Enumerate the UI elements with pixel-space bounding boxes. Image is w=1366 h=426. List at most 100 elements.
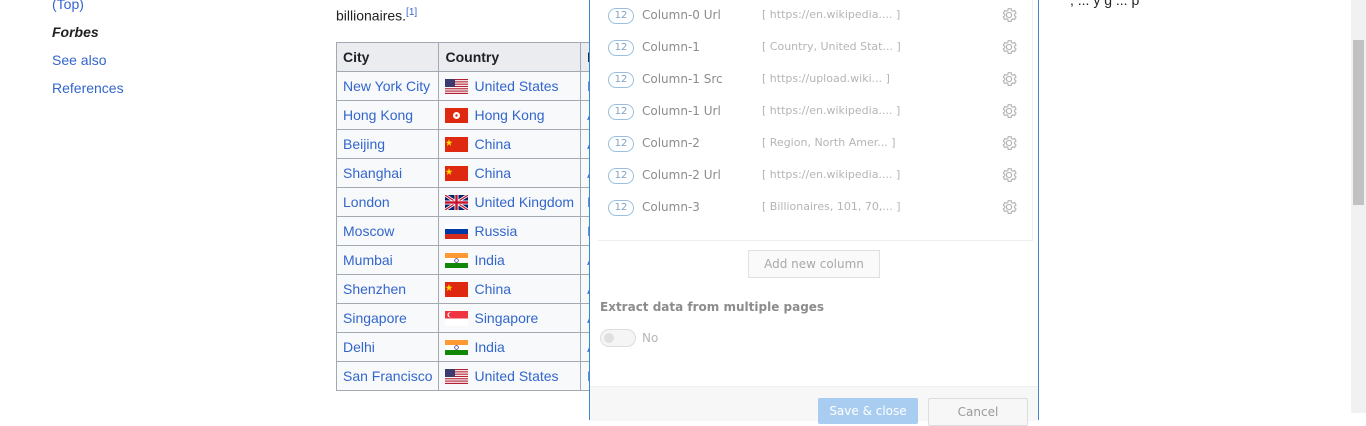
country-cell[interactable]: United Kingdom [438, 187, 582, 217]
gear-icon[interactable] [1000, 38, 1018, 56]
gear-icon[interactable] [1000, 166, 1018, 184]
toggle-state-label: No [642, 331, 659, 345]
gear-icon[interactable] [1000, 6, 1018, 24]
column-name[interactable]: Column-3 [642, 200, 700, 214]
country-cell[interactable]: Hong Kong [438, 100, 582, 130]
column-row[interactable]: 12 Column-3 [ Billionaires, 101, 70,... ] [608, 192, 1028, 224]
country-cell[interactable]: India [438, 245, 582, 275]
country-link[interactable]: China [474, 165, 511, 181]
country-link[interactable]: United States [474, 78, 558, 94]
country-link[interactable]: India [474, 339, 504, 355]
toc-item-forbes[interactable]: Forbes [52, 18, 124, 46]
toc-item-top[interactable]: (Top) [52, 0, 124, 18]
column-row[interactable]: 12 Column-2 Url [ https://en.wikipedia....… [608, 160, 1028, 192]
column-sample-values: [ Region, North Amer... ] [762, 136, 896, 149]
toggle-knob [604, 333, 614, 343]
country-link[interactable]: United States [474, 368, 558, 384]
column-name[interactable]: Column-1 Url [642, 104, 721, 118]
column-count-badge: 12 [608, 72, 634, 88]
column-name[interactable]: Column-1 [642, 40, 700, 54]
table-row: MumbaiIndiaA [335, 245, 607, 275]
city-cell[interactable]: Shenzhen [335, 274, 440, 304]
article-text-fragment: , ... y g ... p [1070, 0, 1140, 8]
table-row: DelhiIndiaA [335, 332, 607, 362]
gear-icon[interactable] [1000, 134, 1018, 152]
toc-item-references[interactable]: References [52, 74, 124, 102]
column-name[interactable]: Column-1 Src [642, 72, 723, 86]
column-sample-values: [ https://en.wikipedia.... ] [762, 8, 901, 21]
country-cell[interactable]: China [438, 274, 582, 304]
country-cell[interactable]: United States [438, 361, 582, 391]
cn-flag-icon [445, 282, 469, 298]
cn-flag-icon [445, 137, 469, 153]
table-row: New York CityUnited StatesN [335, 71, 607, 101]
city-cell[interactable]: Mumbai [335, 245, 440, 275]
column-count-badge: 12 [608, 8, 634, 24]
country-link[interactable]: United Kingdom [474, 194, 574, 210]
city-cell[interactable]: Delhi [335, 332, 440, 362]
us-flag-icon [445, 79, 469, 95]
table-row: MoscowRussiaE [335, 216, 607, 246]
in-flag-icon [445, 340, 469, 356]
gear-icon[interactable] [1000, 102, 1018, 120]
gear-icon[interactable] [1000, 70, 1018, 88]
country-link[interactable]: China [474, 281, 511, 297]
ru-flag-icon [445, 224, 469, 240]
intro-text: billionaires.[1] [336, 7, 417, 24]
column-sample-values: [ https://upload.wiki... ] [762, 72, 890, 85]
header-city[interactable]: City [335, 42, 440, 72]
column-row[interactable]: 12 Column-1 Url [ https://en.wikipedia....… [608, 96, 1028, 128]
country-link[interactable]: India [474, 252, 504, 268]
column-count-badge: 12 [608, 40, 634, 56]
multi-page-toggle[interactable] [600, 329, 636, 347]
column-count-badge: 12 [608, 136, 634, 152]
column-row[interactable]: 12 Column-2 [ Region, North Amer... ] [608, 128, 1028, 160]
country-cell[interactable]: United States [438, 71, 582, 101]
table-row: ShenzhenChinaA [335, 274, 607, 304]
page-scrollbar[interactable] [1351, 0, 1366, 413]
city-cell[interactable]: Hong Kong [335, 100, 440, 130]
uk-flag-icon [445, 195, 469, 211]
header-country[interactable]: Country [438, 42, 582, 72]
scrollbar-thumb[interactable] [1353, 40, 1364, 205]
country-cell[interactable]: Singapore [438, 303, 582, 333]
column-name[interactable]: Column-0 Url [642, 8, 721, 22]
country-link[interactable]: China [474, 136, 511, 152]
column-name[interactable]: Column-2 [642, 136, 700, 150]
column-list: 12 Column-0 Url [ https://en.wikipedia....… [598, 0, 1033, 241]
city-cell[interactable]: New York City [335, 71, 440, 101]
country-cell[interactable]: India [438, 332, 582, 362]
city-cell[interactable]: Singapore [335, 303, 440, 333]
column-row[interactable]: 12 Column-0 Url [ https://en.wikipedia....… [608, 0, 1028, 32]
country-cell[interactable]: China [438, 158, 582, 188]
reference-link[interactable]: [1] [406, 7, 417, 18]
column-row[interactable]: 12 Column-1 Src [ https://upload.wiki... ] [608, 64, 1028, 96]
add-new-column-button[interactable]: Add new column [748, 250, 880, 278]
city-cell[interactable]: Beijing [335, 129, 440, 159]
cancel-button[interactable]: Cancel [928, 398, 1028, 426]
country-cell[interactable]: Russia [438, 216, 582, 246]
country-cell[interactable]: China [438, 129, 582, 159]
table-row: Hong KongHong KongA [335, 100, 607, 130]
city-cell[interactable]: Shanghai [335, 158, 440, 188]
gear-icon[interactable] [1000, 198, 1018, 216]
save-close-button[interactable]: Save & close [818, 398, 918, 424]
column-count-badge: 12 [608, 200, 634, 216]
table-row: San FranciscoUnited StatesN [335, 361, 607, 391]
country-link[interactable]: Hong Kong [474, 107, 544, 123]
column-sample-values: [ Billionaires, 101, 70,... ] [762, 200, 901, 213]
table-row: ShanghaiChinaA [335, 158, 607, 188]
hk-flag-icon [445, 108, 469, 124]
city-cell[interactable]: Moscow [335, 216, 440, 246]
column-name[interactable]: Column-2 Url [642, 168, 721, 182]
city-cell[interactable]: San Francisco [335, 361, 440, 391]
toc-item-see-also[interactable]: See also [52, 46, 124, 74]
country-link[interactable]: Singapore [474, 310, 538, 326]
column-sample-values: [ https://en.wikipedia.... ] [762, 168, 901, 181]
column-sample-values: [ Country, United Stat... ] [762, 40, 901, 53]
column-row[interactable]: 12 Column-1 [ Country, United Stat... ] [608, 32, 1028, 64]
table-of-contents: (Top) Forbes See also References [52, 0, 124, 102]
country-link[interactable]: Russia [474, 223, 517, 239]
city-cell[interactable]: London [335, 187, 440, 217]
table-row: LondonUnited KingdomE [335, 187, 607, 217]
